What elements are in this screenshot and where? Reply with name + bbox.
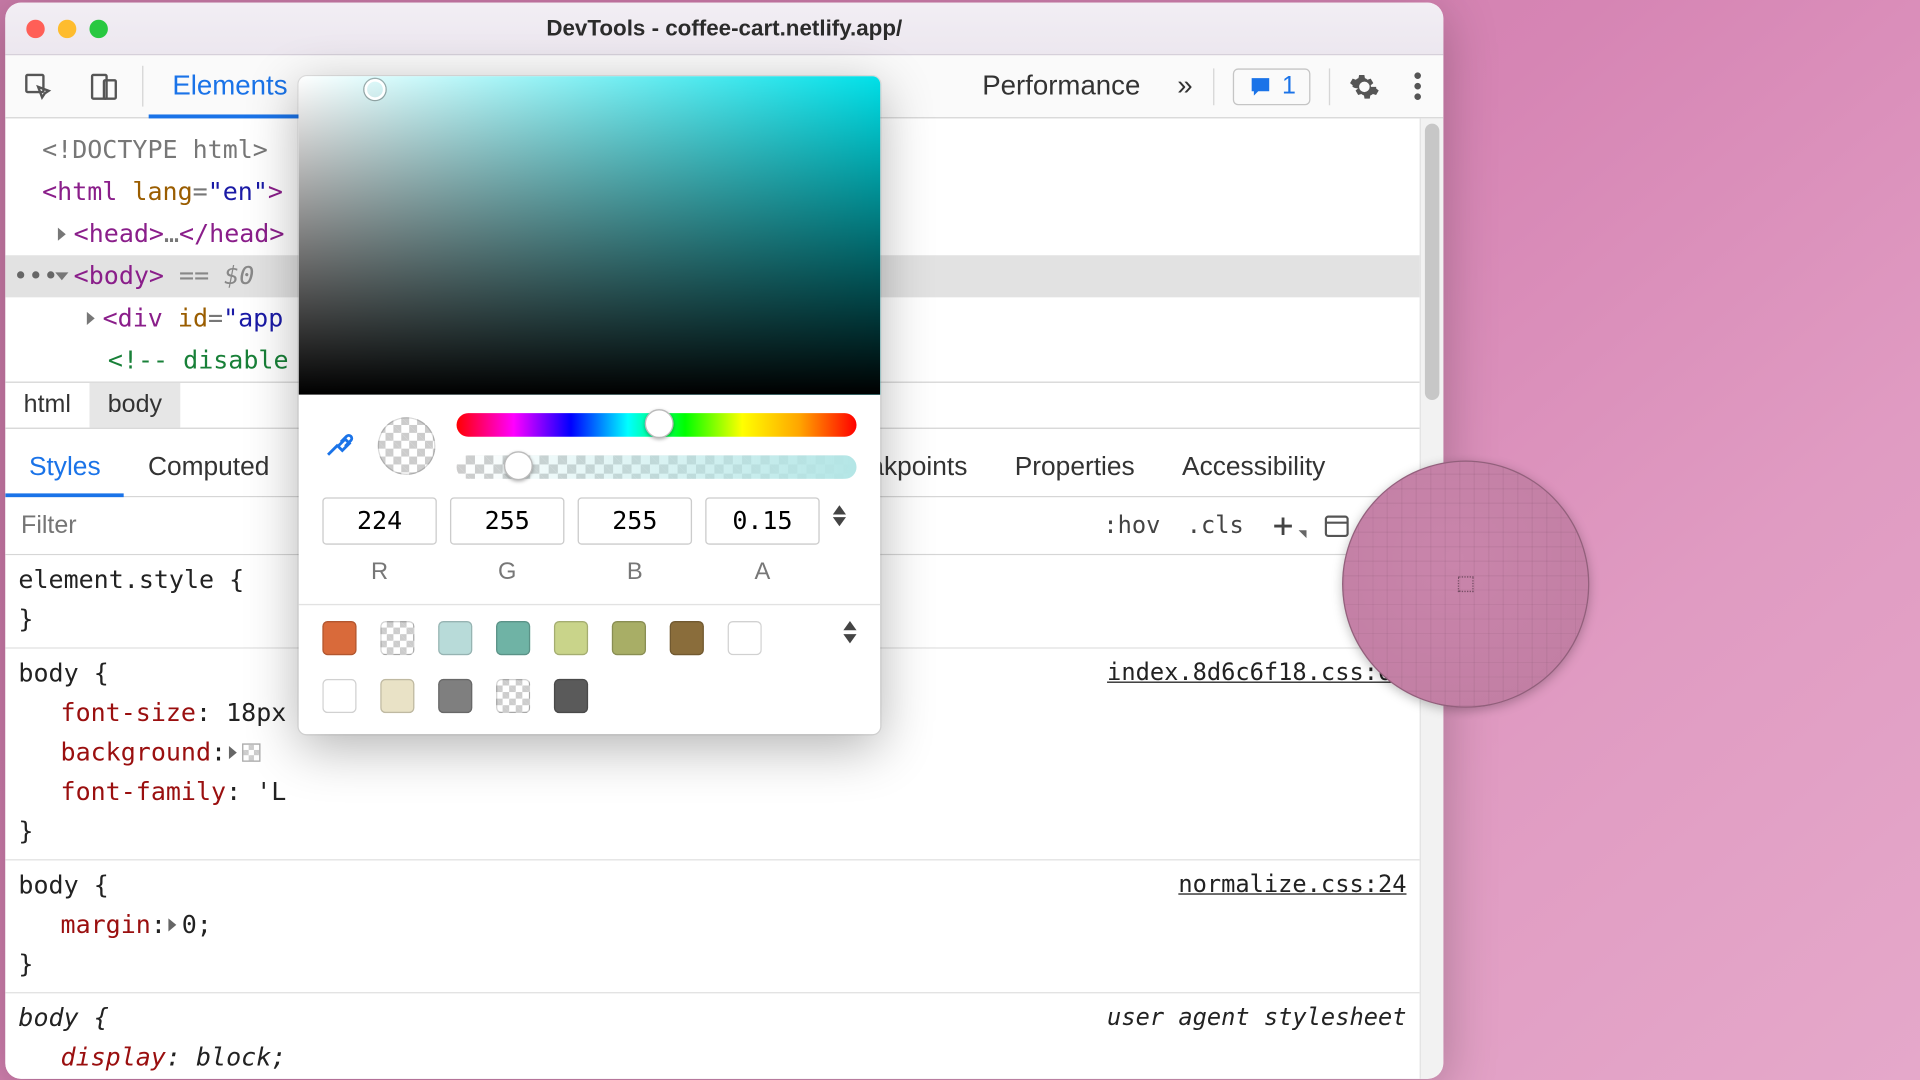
- palette-swatch[interactable]: [670, 621, 704, 655]
- disclosure-triangle-icon[interactable]: [55, 272, 68, 280]
- toggle-class-button[interactable]: .cls: [1174, 512, 1257, 540]
- g-label: G: [450, 558, 564, 586]
- new-style-rule-button[interactable]: +: [1257, 506, 1309, 545]
- settings-icon[interactable]: [1338, 70, 1391, 102]
- palette-swatch[interactable]: [438, 621, 472, 655]
- divider: [1214, 68, 1215, 105]
- palette-swatch[interactable]: [496, 621, 530, 655]
- eyedropper-magnifier-lens: [1342, 460, 1589, 707]
- expand-shorthand-icon[interactable]: [229, 746, 237, 759]
- tabs-overflow[interactable]: »: [1164, 55, 1206, 117]
- g-input[interactable]: [450, 497, 564, 544]
- palette-grid: [322, 621, 761, 713]
- minimize-window[interactable]: [58, 19, 76, 37]
- toggle-hover-button[interactable]: :hov: [1090, 512, 1173, 540]
- disclosure-triangle-icon[interactable]: [58, 228, 66, 241]
- r-input[interactable]: [322, 497, 436, 544]
- style-source-link[interactable]: normalize.css:24: [1178, 866, 1406, 905]
- hue-slider[interactable]: [457, 413, 857, 437]
- palette-swatch[interactable]: [728, 621, 762, 655]
- style-source-link[interactable]: index.8d6c6f18.css:64: [1107, 654, 1406, 693]
- disclosure-triangle-icon[interactable]: [87, 312, 95, 325]
- tabstrip-right-tools: 1: [1206, 55, 1444, 117]
- subtab-properties[interactable]: Properties: [991, 439, 1158, 496]
- color-picker-popover: R G B A: [299, 76, 881, 734]
- issues-button[interactable]: 1: [1233, 68, 1310, 105]
- subtab-styles[interactable]: Styles: [5, 439, 124, 496]
- palette-swatch[interactable]: [380, 621, 414, 655]
- slider-thumb[interactable]: [645, 409, 674, 438]
- scrollbar-thumb[interactable]: [1425, 124, 1439, 400]
- breadcrumb-item[interactable]: body: [89, 383, 180, 428]
- picker-controls-row: [299, 395, 881, 492]
- close-window[interactable]: [26, 19, 44, 37]
- palette-swatch[interactable]: [380, 679, 414, 713]
- style-rule-user-agent[interactable]: user agent stylesheet body { display: bl…: [5, 993, 1419, 1079]
- rgba-inputs: R G B A: [299, 492, 881, 585]
- palette-swatch[interactable]: [322, 679, 356, 713]
- r-label: R: [322, 558, 436, 586]
- subtab-computed[interactable]: Computed: [124, 439, 293, 496]
- palette-swatch[interactable]: [496, 679, 530, 713]
- sv-handle[interactable]: [364, 79, 385, 100]
- saturation-value-field[interactable]: [299, 76, 881, 394]
- eyedropper-icon[interactable]: [322, 426, 356, 467]
- zoom-window[interactable]: [89, 19, 107, 37]
- style-source-label: user agent stylesheet: [1107, 999, 1406, 1038]
- color-palette: [299, 605, 881, 734]
- device-toolbar-icon[interactable]: [71, 55, 137, 117]
- tab-performance[interactable]: Performance: [959, 55, 1165, 117]
- traffic-lights: [5, 19, 108, 37]
- tab-elements[interactable]: Elements: [149, 55, 312, 117]
- palette-swatch[interactable]: [612, 621, 646, 655]
- expand-shorthand-icon[interactable]: [169, 918, 177, 931]
- palette-swatch[interactable]: [554, 679, 588, 713]
- color-swatch-icon[interactable]: [242, 743, 260, 761]
- palette-set-switcher[interactable]: [843, 621, 856, 643]
- window-titlebar: DevTools - coffee-cart.netlify.app/: [5, 3, 1443, 56]
- a-input[interactable]: [705, 497, 819, 544]
- palette-swatch[interactable]: [438, 679, 472, 713]
- b-label: B: [578, 558, 692, 586]
- subtab-accessibility[interactable]: Accessibility: [1158, 439, 1349, 496]
- breadcrumb-item[interactable]: html: [5, 383, 89, 428]
- b-input[interactable]: [578, 497, 692, 544]
- more-options-icon[interactable]: [1391, 72, 1444, 100]
- slider-thumb[interactable]: [505, 451, 534, 480]
- current-color-swatch: [378, 417, 436, 475]
- divider: [1329, 68, 1330, 105]
- inspect-element-icon[interactable]: [5, 55, 71, 117]
- alpha-slider[interactable]: [457, 455, 857, 479]
- style-rule[interactable]: normalize.css:24 body { margin:0; }: [5, 860, 1419, 993]
- divider: [142, 66, 143, 107]
- palette-swatch[interactable]: [322, 621, 356, 655]
- issues-count: 1: [1282, 72, 1296, 101]
- color-sliders: [457, 413, 857, 479]
- window-title: DevTools - coffee-cart.netlify.app/: [5, 15, 1443, 41]
- palette-swatch[interactable]: [554, 621, 588, 655]
- a-label: A: [705, 558, 819, 586]
- color-mode-switcher[interactable]: [833, 497, 857, 526]
